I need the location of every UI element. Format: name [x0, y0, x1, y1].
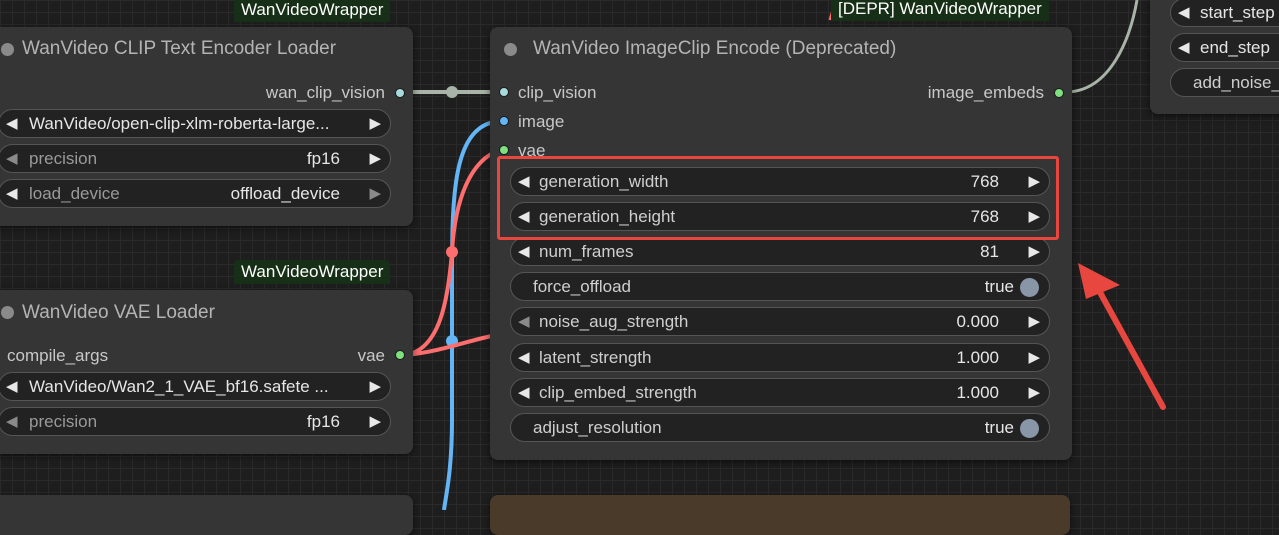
widget-start-step[interactable]: ◀ start_step [1170, 0, 1279, 27]
arrow-left-icon[interactable]: ◀ [1178, 38, 1190, 56]
input-label-compile-args: compile_args [7, 346, 109, 365]
widget-num-frames[interactable]: ◀ num_frames 81 ▶ [510, 237, 1050, 266]
input-socket-vae[interactable] [499, 145, 509, 155]
widget-label: noise_aug_strength [539, 312, 689, 331]
arrow-left-icon[interactable]: ◀ [6, 149, 18, 167]
partial-node-bottom-center[interactable] [490, 495, 1070, 535]
arrow-left-icon[interactable]: ◀ [518, 242, 530, 260]
widget-label: start_step [1200, 3, 1275, 22]
arrow-left-icon[interactable]: ◀ [6, 114, 18, 132]
clip-load-device-label: load_device [29, 184, 120, 203]
clip-load-device-combo[interactable]: ◀ load_device offload_device ▶ [0, 179, 391, 208]
arrow-right-icon[interactable]: ▶ [1028, 242, 1040, 260]
toggle-knob[interactable] [1020, 419, 1039, 438]
clip-loader-node[interactable]: WanVideo CLIP Text Encoder Loader wan_cl… [0, 27, 413, 226]
encode-node-badge: [DEPR] WanVideoWrapper [831, 0, 1049, 21]
vae-precision-label: precision [29, 412, 98, 431]
highlight-box [497, 156, 1059, 240]
vae-precision-combo[interactable]: ◀ precision fp16 ▶ [0, 407, 391, 436]
widget-value: true [984, 418, 1014, 437]
arrow-left-icon[interactable]: ◀ [6, 184, 18, 202]
clip-precision-value: fp16 [306, 149, 340, 168]
vae-loader-title: WanVideo VAE Loader [22, 302, 215, 323]
widget-label: latent_strength [539, 348, 652, 367]
clip-load-device-value: offload_device [230, 184, 340, 203]
vae-model-value: WanVideo/Wan2_1_VAE_bf16.safete ... [29, 377, 329, 396]
clip-model-combo[interactable]: ◀ WanVideo/open-clip-xlm-roberta-large..… [0, 109, 391, 138]
clip-loader-badge: WanVideoWrapper [234, 0, 391, 22]
encode-node-title: WanVideo ImageClip Encode (Deprecated) [533, 38, 897, 59]
widget-value: 1.000 [956, 383, 999, 402]
sampler-node-partial[interactable]: ◀ start_step ◀ end_step add_noise_ [1150, 0, 1279, 114]
node-collapse-dot[interactable] [1, 43, 14, 56]
widget-label: end_step [1200, 38, 1270, 57]
widget-label: num_frames [539, 242, 634, 261]
arrow-left-icon[interactable]: ◀ [1178, 3, 1190, 21]
input-socket-clip-vision[interactable] [499, 87, 509, 97]
arrow-right-icon[interactable]: ▶ [369, 184, 381, 202]
arrow-left-icon[interactable]: ◀ [518, 383, 530, 401]
arrow-left-icon[interactable]: ◀ [518, 348, 530, 366]
wire-reroute-vae [446, 246, 458, 258]
vae-loader-node[interactable]: WanVideo VAE Loader compile_args vae ◀ W… [0, 290, 413, 454]
widget-add-noise[interactable]: add_noise_ [1170, 68, 1279, 97]
widget-label: force_offload [533, 277, 631, 296]
widget-value: true [984, 277, 1014, 296]
vae-precision-value: fp16 [306, 412, 340, 431]
wire-latent-output [1067, 0, 1139, 94]
widget-adjust-resolution[interactable]: adjust_resolution true [510, 413, 1050, 442]
arrow-right-icon[interactable]: ▶ [369, 114, 381, 132]
output-label-wan-clip-vision: wan_clip_vision [265, 83, 385, 102]
arrow-right-icon[interactable]: ▶ [369, 377, 381, 395]
output-socket-vae[interactable] [395, 350, 405, 360]
input-label-clip-vision: clip_vision [518, 83, 597, 102]
vae-loader-badge: WanVideoWrapper [234, 260, 391, 284]
annotation-arrow-icon [1078, 263, 1166, 410]
widget-end-step[interactable]: ◀ end_step [1170, 33, 1279, 62]
imageclip-encode-node[interactable]: WanVideo ImageClip Encode (Deprecated) c… [490, 27, 1072, 460]
output-label-vae: vae [357, 346, 385, 365]
arrow-left-icon[interactable]: ◀ [6, 377, 18, 395]
clip-precision-label: precision [29, 149, 98, 168]
wire-reroute-clip [446, 86, 458, 98]
widget-label: adjust_resolution [533, 418, 662, 437]
clip-loader-title: WanVideo CLIP Text Encoder Loader [22, 38, 337, 59]
toggle-knob[interactable] [1020, 278, 1039, 297]
widget-value: 81 [980, 242, 999, 261]
output-socket-image-embeds[interactable] [1054, 88, 1064, 98]
widget-noise-aug-strength[interactable]: ◀ noise_aug_strength 0.000 ▶ [510, 307, 1050, 336]
vae-model-combo[interactable]: ◀ WanVideo/Wan2_1_VAE_bf16.safete ... ▶ [0, 372, 391, 401]
widget-force-offload[interactable]: force_offload true [510, 272, 1050, 301]
arrow-left-icon[interactable]: ◀ [518, 312, 530, 330]
arrow-right-icon[interactable]: ▶ [1028, 312, 1040, 330]
widget-label: clip_embed_strength [539, 383, 697, 402]
output-label-image-embeds: image_embeds [927, 83, 1044, 102]
widget-clip-embed-strength[interactable]: ◀ clip_embed_strength 1.000 ▶ [510, 378, 1050, 407]
arrow-right-icon[interactable]: ▶ [369, 412, 381, 430]
node-collapse-dot[interactable] [1, 306, 14, 319]
arrow-right-icon[interactable]: ▶ [1028, 348, 1040, 366]
partial-node-bottom-left[interactable] [0, 495, 413, 535]
widget-label: add_noise_ [1193, 73, 1279, 92]
node-collapse-dot[interactable] [504, 43, 517, 56]
arrow-right-icon[interactable]: ▶ [1028, 383, 1040, 401]
output-socket-wan-clip-vision[interactable] [395, 88, 405, 98]
input-socket-image[interactable] [499, 116, 509, 126]
input-label-image: image [518, 112, 565, 131]
arrow-left-icon[interactable]: ◀ [6, 412, 18, 430]
clip-model-value: WanVideo/open-clip-xlm-roberta-large... [29, 114, 330, 133]
arrow-right-icon[interactable]: ▶ [369, 149, 381, 167]
clip-precision-combo[interactable]: ◀ precision fp16 ▶ [0, 144, 391, 173]
widget-value: 1.000 [956, 348, 999, 367]
widget-latent-strength[interactable]: ◀ latent_strength 1.000 ▶ [510, 343, 1050, 372]
widget-value: 0.000 [956, 312, 999, 331]
